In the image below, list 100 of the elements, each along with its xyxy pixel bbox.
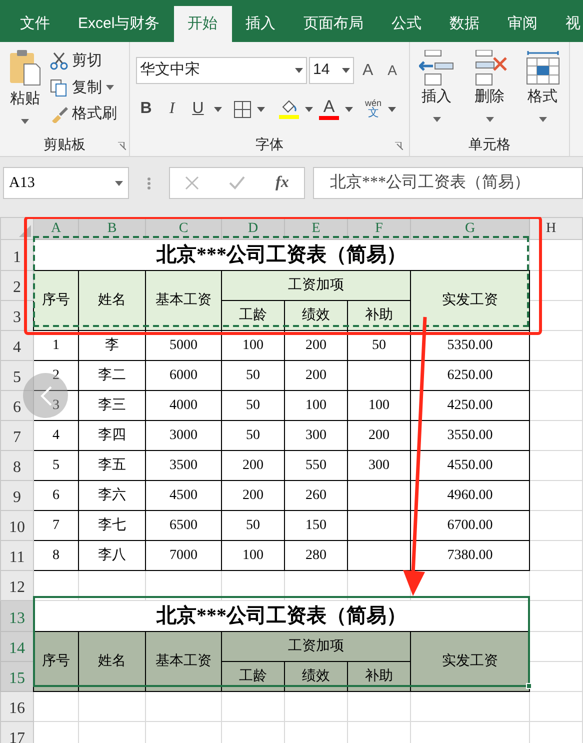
font-name-field[interactable]: 华文中宋 bbox=[136, 57, 308, 84]
table-cell: 8 bbox=[34, 540, 78, 570]
table-cell: 200 bbox=[222, 450, 284, 480]
font-color-button[interactable]: A bbox=[319, 98, 339, 120]
header-cell: 工龄 bbox=[222, 300, 284, 330]
header-cell: 序号 bbox=[34, 270, 78, 330]
column-header[interactable]: H bbox=[530, 218, 582, 240]
table-cell: 5 bbox=[34, 450, 78, 480]
phonetic-button[interactable]: wén 文 bbox=[365, 99, 382, 119]
row-header[interactable]: 15 bbox=[0, 662, 34, 692]
table-cell: 李八 bbox=[78, 540, 146, 570]
copy-button[interactable]: 复制 bbox=[50, 76, 117, 99]
triangle-icon bbox=[19, 225, 31, 237]
group-label: 剪贴板 bbox=[44, 134, 86, 154]
table-cell: 7 bbox=[34, 510, 78, 540]
checkmark-icon[interactable] bbox=[229, 176, 246, 190]
table-cell: 4500 bbox=[146, 480, 222, 510]
borders-icon[interactable] bbox=[234, 100, 251, 118]
row-header[interactable]: 5 bbox=[0, 360, 34, 390]
ribbon-tab[interactable]: 页面布局 bbox=[290, 6, 378, 42]
table-cell: 100 bbox=[348, 390, 410, 420]
format-cells-button[interactable]: 格式 bbox=[524, 50, 560, 132]
row-header[interactable]: 12 bbox=[0, 570, 34, 600]
table-cell: 李七 bbox=[78, 510, 146, 540]
format-cells-icon bbox=[524, 50, 560, 86]
row-header[interactable]: 13 bbox=[0, 600, 34, 632]
row-header[interactable]: 9 bbox=[0, 480, 34, 510]
bold-button[interactable]: B bbox=[136, 97, 156, 121]
dialog-launcher-icon[interactable] bbox=[118, 142, 126, 150]
group-label: 单元格 bbox=[468, 134, 510, 154]
header-cell: 工资加项 bbox=[222, 270, 410, 300]
table-cell: 280 bbox=[284, 540, 348, 570]
fill-handle[interactable] bbox=[526, 683, 532, 689]
caret-icon bbox=[21, 118, 29, 124]
insert-cells-icon bbox=[418, 50, 454, 86]
table-cell: 200 bbox=[348, 420, 410, 450]
name-box[interactable]: A13 bbox=[3, 167, 129, 199]
paste-button[interactable]: 粘贴 bbox=[0, 48, 50, 132]
header-cell: 实发工资 bbox=[410, 270, 530, 330]
header-cell: 基本工资 bbox=[146, 270, 222, 330]
row-header[interactable]: 10 bbox=[0, 510, 34, 540]
ribbon-tab[interactable]: 数据 bbox=[436, 6, 494, 42]
ribbon-tab[interactable]: 开始 bbox=[174, 6, 232, 42]
font-size-field[interactable]: 14 bbox=[309, 57, 354, 84]
ribbon-tab[interactable]: 视 bbox=[552, 6, 583, 42]
header-cell: 基本工资 bbox=[146, 632, 222, 692]
italic-button[interactable]: I bbox=[162, 97, 182, 121]
ribbon-tab[interactable]: 文件 bbox=[6, 6, 64, 42]
table-cell: 50 bbox=[222, 360, 284, 390]
table-title: 北京***公司工资表（简易） bbox=[34, 240, 530, 270]
row-header[interactable]: 7 bbox=[0, 420, 34, 450]
header-cell: 补助 bbox=[348, 300, 410, 330]
table-cell: 6 bbox=[34, 480, 78, 510]
insert-cells-button[interactable]: 插入 bbox=[418, 50, 454, 132]
shrink-font-button[interactable]: A bbox=[382, 60, 403, 81]
table-cell: 3 bbox=[34, 390, 78, 420]
caret-icon bbox=[342, 68, 350, 73]
row-header[interactable]: 4 bbox=[0, 330, 34, 360]
table-cell: 4 bbox=[34, 420, 78, 450]
formula-bar[interactable]: 北京***公司工资表（简易） bbox=[313, 167, 583, 199]
grow-font-button[interactable]: A bbox=[356, 58, 380, 82]
fill-color-icon[interactable] bbox=[279, 98, 299, 120]
table-cell: 100 bbox=[284, 390, 348, 420]
brush-icon bbox=[50, 105, 68, 124]
caret-icon bbox=[432, 116, 440, 122]
table-cell: 4960.00 bbox=[410, 480, 530, 510]
table-cell: 200 bbox=[284, 360, 348, 390]
group-label: 字体 bbox=[256, 134, 284, 154]
cut-button[interactable]: 剪切 bbox=[50, 50, 117, 72]
ribbon-tab[interactable]: 公式 bbox=[378, 6, 436, 42]
table-cell: 3000 bbox=[146, 420, 222, 450]
delete-cells-button[interactable]: 删除 bbox=[472, 50, 508, 132]
table-cell: 50 bbox=[222, 510, 284, 540]
row-header[interactable]: 17 bbox=[0, 722, 34, 743]
row-header[interactable]: 11 bbox=[0, 540, 34, 570]
caret-icon bbox=[486, 116, 494, 122]
row-header[interactable]: 8 bbox=[0, 450, 34, 480]
table-cell: 李六 bbox=[78, 480, 146, 510]
table-cell: 李四 bbox=[78, 420, 146, 450]
table-cell: 6700.00 bbox=[410, 510, 530, 540]
dialog-launcher-icon[interactable] bbox=[395, 142, 403, 150]
row-header[interactable]: 6 bbox=[0, 390, 34, 420]
underline-button[interactable]: U bbox=[188, 97, 208, 121]
table-cell: 50 bbox=[222, 420, 284, 450]
ribbon-tab[interactable]: 插入 bbox=[232, 6, 290, 42]
row-header[interactable]: 14 bbox=[0, 632, 34, 662]
header-cell: 姓名 bbox=[78, 270, 146, 330]
row-header[interactable]: 16 bbox=[0, 692, 34, 722]
table-cell: 李二 bbox=[78, 360, 146, 390]
caret-icon bbox=[257, 106, 265, 112]
table-cell: 300 bbox=[284, 420, 348, 450]
ribbon-tab[interactable]: 审阅 bbox=[494, 6, 552, 42]
table-cell: 7000 bbox=[146, 540, 222, 570]
caret-icon bbox=[388, 106, 396, 112]
insert-function-button[interactable]: fx bbox=[276, 171, 289, 195]
caret-icon bbox=[538, 116, 546, 122]
format-painter-button[interactable]: 格式刷 bbox=[50, 103, 117, 126]
table-cell: 4000 bbox=[146, 390, 222, 420]
ribbon-tab[interactable]: Excel与财务 bbox=[64, 6, 174, 42]
table-title: 北京***公司工资表（简易） bbox=[34, 600, 530, 632]
